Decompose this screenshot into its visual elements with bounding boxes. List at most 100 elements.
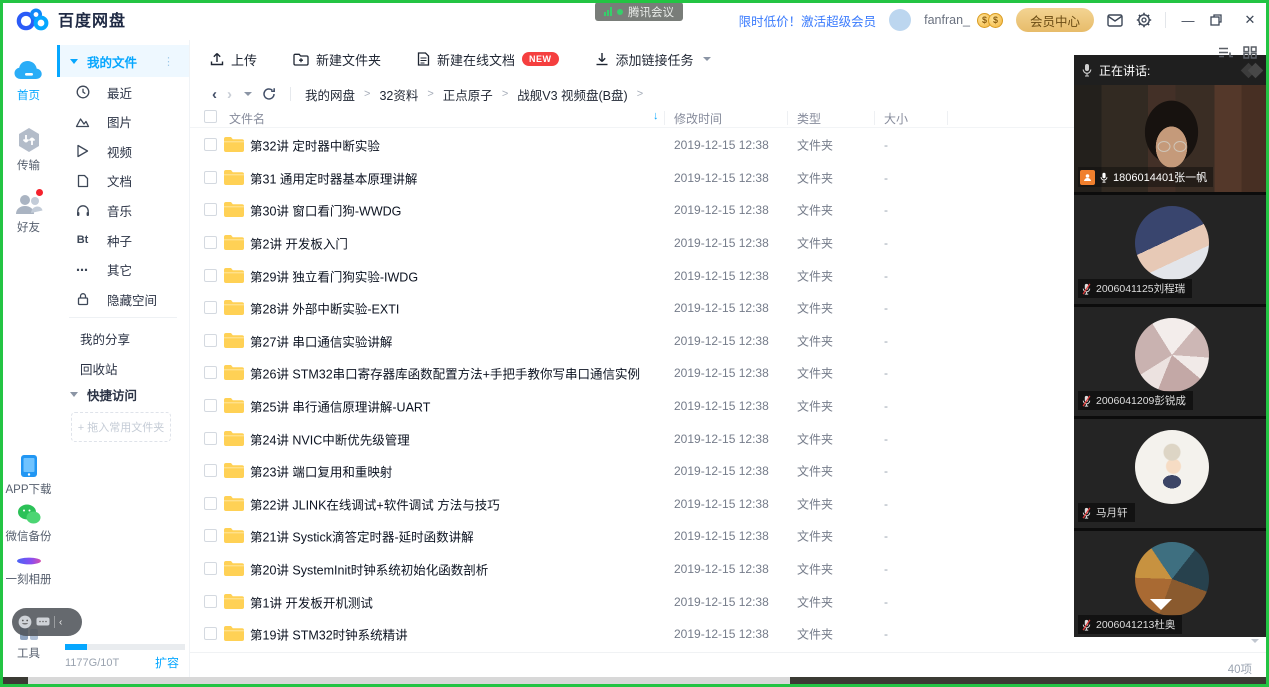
username[interactable]: fanfran_ [924, 13, 970, 27]
sidebar-item-pictures[interactable]: 图片 [57, 107, 189, 137]
brand: 百度网盘 [16, 6, 126, 32]
sidebar-item-videos[interactable]: 视频 [57, 136, 189, 166]
sidebar-item-my-files[interactable]: 我的文件 ⋮ [57, 45, 189, 77]
upload-button[interactable]: 上传 [210, 50, 257, 69]
rail-item-wechat-backup[interactable]: 微信备份 [0, 504, 57, 544]
file-name: 第28讲 外部中断实验-EXTI [250, 299, 399, 318]
sidebar-item-recent[interactable]: 最近 [57, 77, 189, 107]
minimize-button[interactable]: — [1179, 13, 1197, 28]
participant-tile[interactable]: 马月轩 [1074, 419, 1269, 528]
user-avatar[interactable] [889, 9, 911, 31]
collapse-chevron-icon[interactable]: ‹ [59, 617, 62, 628]
new-badge: NEW [522, 52, 559, 66]
row-checkbox[interactable] [204, 301, 217, 314]
gear-icon[interactable] [1136, 12, 1152, 28]
sidebar-item-my-shares[interactable]: 我的分享 [57, 324, 189, 352]
row-checkbox[interactable] [204, 171, 217, 184]
close-button[interactable]: ✕ [1241, 12, 1259, 28]
file-modified: 2019-12-15 12:38 [674, 529, 769, 543]
column-header-size[interactable]: 大小 [884, 110, 908, 127]
breadcrumb-item[interactable]: 32资料 [379, 85, 418, 104]
member-promo-link[interactable]: 限时低价！激活超级会员 [739, 11, 877, 30]
breadcrumb-item[interactable]: 我的网盘 [305, 85, 355, 104]
new-online-doc-button[interactable]: 新建在线文档 NEW [417, 50, 559, 69]
add-link-task-button[interactable]: 添加链接任务 [595, 50, 711, 69]
participant-tile[interactable]: 2006041213杜奥 [1074, 531, 1269, 637]
sidebar-item-recycle-bin[interactable]: 回收站 [57, 354, 189, 382]
meeting-status-pill[interactable]: 腾讯会议 [595, 2, 683, 21]
row-checkbox[interactable] [204, 138, 217, 151]
participant-tile[interactable]: 2006041125刘程瑞 [1074, 195, 1269, 304]
row-checkbox[interactable] [204, 334, 217, 347]
forward-button[interactable]: › [227, 86, 232, 103]
column-header-modified[interactable]: 修改时间 [674, 110, 722, 127]
taskbar-window-segment[interactable] [28, 677, 790, 685]
row-checkbox[interactable] [204, 366, 217, 379]
more-icon: ⋯ [75, 263, 90, 277]
assistant-widget[interactable]: ‹ [12, 608, 82, 636]
rail-item-photo-album[interactable]: 一刻相册 [0, 554, 57, 587]
chevron-down-icon[interactable] [1251, 639, 1259, 643]
row-checkbox[interactable] [204, 269, 217, 282]
refresh-icon[interactable] [262, 87, 276, 101]
expand-storage-link[interactable]: 扩容 [155, 654, 179, 671]
file-type: 文件夹 [797, 169, 833, 186]
rail-item-transfer[interactable]: 传输 [0, 126, 57, 173]
scroll-down-arrow-icon[interactable] [1150, 599, 1172, 610]
sidebar-item-quick-access[interactable]: 快捷访问 [57, 380, 189, 408]
breadcrumb-item[interactable]: 正点原子 [443, 85, 493, 104]
notification-dot [36, 189, 43, 196]
recording-dot-icon [617, 9, 623, 15]
torrent-icon: Bt [75, 234, 90, 246]
add-link-task-label: 添加链接任务 [616, 50, 694, 69]
column-header-type[interactable]: 类型 [797, 110, 821, 127]
list-view-icon[interactable] [1218, 46, 1233, 59]
sidebar-item-label: 回收站 [80, 359, 118, 378]
column-header-name[interactable]: 文件名 [229, 110, 265, 127]
storage-progress-fill [65, 644, 87, 650]
sidebar-item-music[interactable]: 音乐 [57, 195, 189, 225]
nav-divider [290, 87, 291, 101]
maximize-button[interactable] [1210, 14, 1228, 26]
rail-item-label: APP下载 [0, 481, 57, 497]
grid-view-icon[interactable] [1243, 46, 1257, 59]
back-button[interactable]: ‹ [212, 86, 217, 103]
row-checkbox[interactable] [204, 627, 217, 640]
row-checkbox[interactable] [204, 497, 217, 510]
sidebar-item-label: 其它 [107, 260, 132, 279]
breadcrumb-item[interactable]: 战舰V3 视频盘(B盘) [517, 85, 627, 104]
row-checkbox[interactable] [204, 399, 217, 412]
member-center-button[interactable]: 会员中心 [1016, 8, 1094, 32]
mail-icon[interactable] [1107, 14, 1123, 27]
speaker-video-tile[interactable]: 1806014401张一帆 [1074, 85, 1269, 192]
rail-item-app-download[interactable]: APP下载 [0, 454, 57, 497]
row-checkbox[interactable] [204, 203, 217, 216]
row-checkbox[interactable] [204, 236, 217, 249]
rail-item-friends[interactable]: 好友 [0, 192, 57, 235]
new-folder-button[interactable]: 新建文件夹 [293, 50, 381, 69]
coin-badges[interactable]: $ $ [977, 13, 1003, 28]
row-checkbox[interactable] [204, 529, 217, 542]
sidebar-item-others[interactable]: ⋯ 其它 [57, 255, 189, 285]
row-checkbox[interactable] [204, 432, 217, 445]
sidebar-item-hidden-space[interactable]: 隐藏空间 [57, 284, 189, 314]
rail-item-home[interactable]: 首页 [0, 58, 57, 103]
file-modified: 2019-12-15 12:38 [674, 171, 769, 185]
folder-icon [223, 234, 244, 251]
windows-taskbar[interactable] [0, 677, 1269, 687]
sidebar-item-label: 最近 [107, 83, 132, 102]
sort-descending-icon[interactable]: ↓ [653, 110, 659, 122]
sidebar-item-torrents[interactable]: Bt 种子 [57, 225, 189, 255]
select-all-checkbox[interactable] [204, 110, 217, 123]
row-checkbox[interactable] [204, 464, 217, 477]
file-modified: 2019-12-15 12:38 [674, 366, 769, 380]
participant-tile[interactable]: 2006041209彭锐成 [1074, 307, 1269, 416]
history-dropdown-icon[interactable] [244, 92, 252, 96]
kebab-menu-icon[interactable]: ⋮ [163, 55, 175, 68]
sidebar-item-documents[interactable]: 文档 [57, 166, 189, 196]
rail-item-label: 一刻相册 [0, 571, 57, 587]
row-checkbox[interactable] [204, 595, 217, 608]
folder-drop-zone[interactable]: + 拖入常用文件夹 [71, 412, 171, 442]
row-checkbox[interactable] [204, 562, 217, 575]
file-size: - [884, 203, 888, 217]
